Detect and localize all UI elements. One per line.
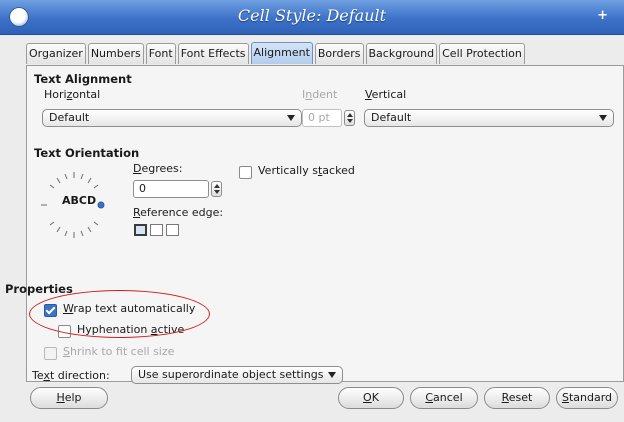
reset-button[interactable]: Reset (484, 387, 550, 409)
reference-edge-label: Reference edge: (133, 206, 224, 219)
tab-borders[interactable]: Borders (314, 43, 364, 64)
reference-edge-inside-button[interactable] (166, 224, 179, 236)
title-bar[interactable]: Cell Style: Default + (0, 0, 624, 35)
degrees-label: Degrees: (133, 162, 183, 175)
tab-bar: Organizer Numbers Font Font Effects Alig… (26, 42, 527, 65)
properties-heading: Properties (5, 282, 73, 296)
standard-button[interactable]: Standard (556, 387, 618, 409)
reference-edge-top-button[interactable] (150, 224, 163, 236)
window-title: Cell Style: Default (237, 6, 387, 25)
shrink-to-fit-checkbox[interactable] (44, 347, 57, 360)
vertical-value: Default (371, 111, 412, 124)
tab-alignment[interactable]: Alignment (250, 42, 313, 64)
cell-style-dialog: Organizer Numbers Font Font Effects Alig… (0, 35, 624, 422)
shrink-to-fit-label: Shrink to fit cell size (63, 345, 175, 358)
horizontal-label: Horizontal (44, 88, 101, 101)
chevron-down-icon (287, 115, 295, 121)
window-plus-icon[interactable]: + (597, 8, 608, 23)
tab-cell-protection[interactable]: Cell Protection (439, 43, 525, 64)
text-direction-label: Text direction: (32, 369, 110, 382)
tab-organizer[interactable]: Organizer (26, 43, 86, 64)
tab-background[interactable]: Background (365, 43, 438, 64)
indent-field[interactable]: 0 pt (302, 109, 342, 127)
horizontal-value: Default (49, 111, 90, 124)
cancel-button[interactable]: Cancel (410, 387, 478, 409)
text-direction-value: Use superordinate object settings (138, 368, 324, 381)
degrees-field[interactable]: 0 (133, 180, 209, 198)
vertically-stacked-checkbox[interactable] (239, 166, 252, 179)
vertical-label: Vertical (365, 88, 407, 101)
help-button[interactable]: Help (30, 387, 108, 409)
horizontal-select[interactable]: Default (42, 109, 302, 127)
degrees-stepper[interactable] (211, 181, 222, 197)
vertically-stacked-label: Vertically stacked (258, 164, 355, 177)
dial-text: ABCD (62, 194, 97, 207)
reference-edge-bottom-button[interactable] (134, 224, 147, 236)
ok-button[interactable]: OK (338, 387, 404, 409)
text-direction-select[interactable]: Use superordinate object settings (131, 366, 343, 384)
indent-label: Indent (302, 88, 338, 101)
tab-font-effects[interactable]: Font Effects (177, 43, 249, 64)
annotation-ellipse (29, 290, 210, 338)
chevron-down-icon (599, 115, 607, 121)
text-orientation-heading: Text Orientation (34, 146, 140, 160)
tab-font[interactable]: Font (145, 43, 176, 64)
vertical-select[interactable]: Default (364, 109, 614, 127)
tab-numbers[interactable]: Numbers (87, 43, 144, 64)
indent-stepper[interactable] (344, 110, 355, 126)
chevron-down-icon (328, 372, 336, 378)
text-alignment-heading: Text Alignment (34, 72, 132, 86)
